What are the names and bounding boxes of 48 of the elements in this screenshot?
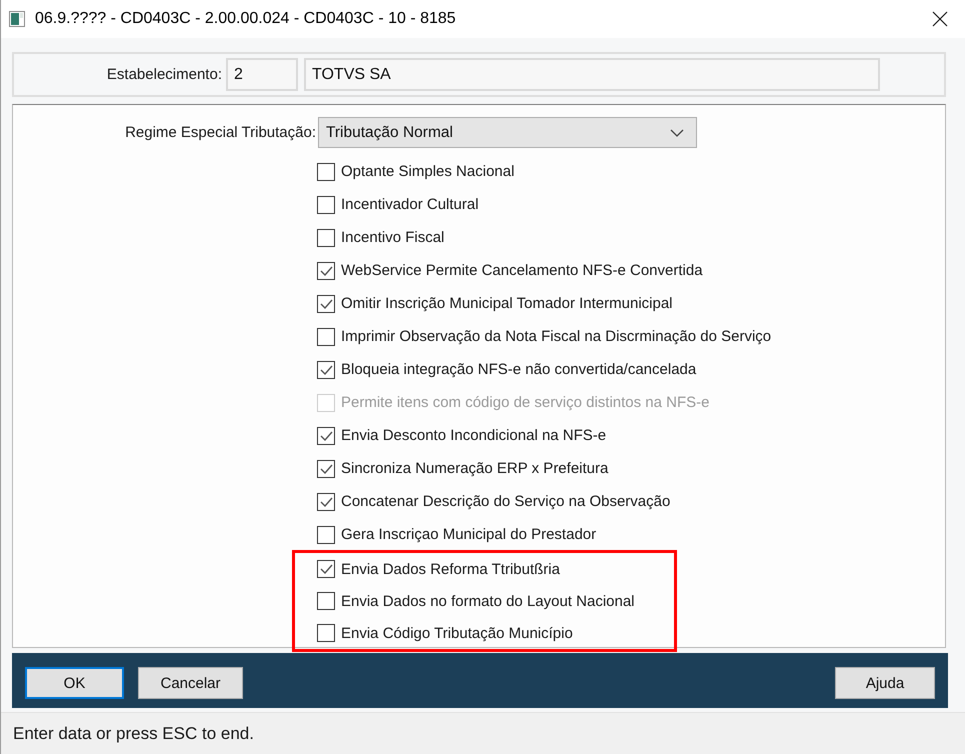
option-label[interactable]: Envia Código Tributação Município [341,624,573,642]
field-label: Regime Especial Tributação: [124,124,316,141]
checkbox[interactable] [317,560,335,578]
checkmark-icon [320,364,332,374]
checkmark-icon [320,298,332,308]
checkbox[interactable] [317,526,335,544]
establishment-name-field[interactable]: TOTVS SA [304,58,880,91]
option-label[interactable]: Omitir Inscrição Municipal Tomador Intermunicipal [341,295,673,312]
checkbox[interactable] [317,228,335,246]
field-label: Estabelecimento: [106,66,222,83]
establishment-code-field[interactable]: 2 [226,58,298,91]
checkbox[interactable] [317,492,335,510]
checkmark-icon [320,564,332,574]
option-label[interactable]: Optante Simples Nacional [341,163,514,180]
option-label[interactable]: Envia Dados Reforma Ttributßria [341,560,560,578]
option-label[interactable]: Envia Dados no formato do Layout Nacional [341,592,635,610]
checkbox[interactable] [317,460,335,478]
cancel-button[interactable]: Cancelar [138,667,243,699]
checkbox[interactable] [317,624,335,642]
checkmark-icon [320,266,332,276]
checkbox[interactable] [317,294,335,312]
option-label[interactable]: Imprimir Observação da Nota Fiscal na Discrminação do Serviço [341,328,772,345]
option-label[interactable]: Bloqueia integração NFS-e não convertida/cancelada [341,361,696,378]
checkbox[interactable] [317,328,335,346]
checkbox[interactable] [317,426,335,444]
option-label[interactable]: Incentivador Cultural [341,196,479,213]
checkbox[interactable] [317,196,335,214]
checkbox[interactable] [317,360,335,378]
option-label[interactable]: Gera Inscriçao Municipal do Prestador [341,526,596,543]
checkmark-icon [320,464,332,474]
option-label[interactable]: Concatenar Descrição do Serviço na Observação [341,493,670,510]
checkbox[interactable] [317,262,335,280]
regime-dropdown[interactable]: Tributação Normal [318,117,697,148]
ok-button[interactable]: OK [25,667,124,699]
chevron-down-icon [670,128,684,136]
checkmark-icon [320,430,332,440]
option-label[interactable]: Incentivo Fiscal [341,229,444,246]
status-text: Enter data or press ESC to end. [13,724,254,744]
help-button[interactable]: Ajuda [835,667,935,699]
checkbox[interactable] [317,592,335,610]
window-app-icon [9,11,25,27]
checkmark-icon [320,496,332,506]
option-label[interactable]: Sincroniza Numeração ERP x Prefeitura [341,460,608,477]
option-label[interactable]: Envia Desconto Incondicional na NFS-e [341,427,606,444]
window-title: 06.9.???? - CD0403C - 2.00.00.024 - CD0403C - 10 - 8185 [35,10,457,28]
checkbox[interactable] [317,162,335,180]
option-label[interactable]: WebService Permite Cancelamento NFS-e Convertida [341,262,703,279]
close-icon[interactable] [932,11,948,27]
